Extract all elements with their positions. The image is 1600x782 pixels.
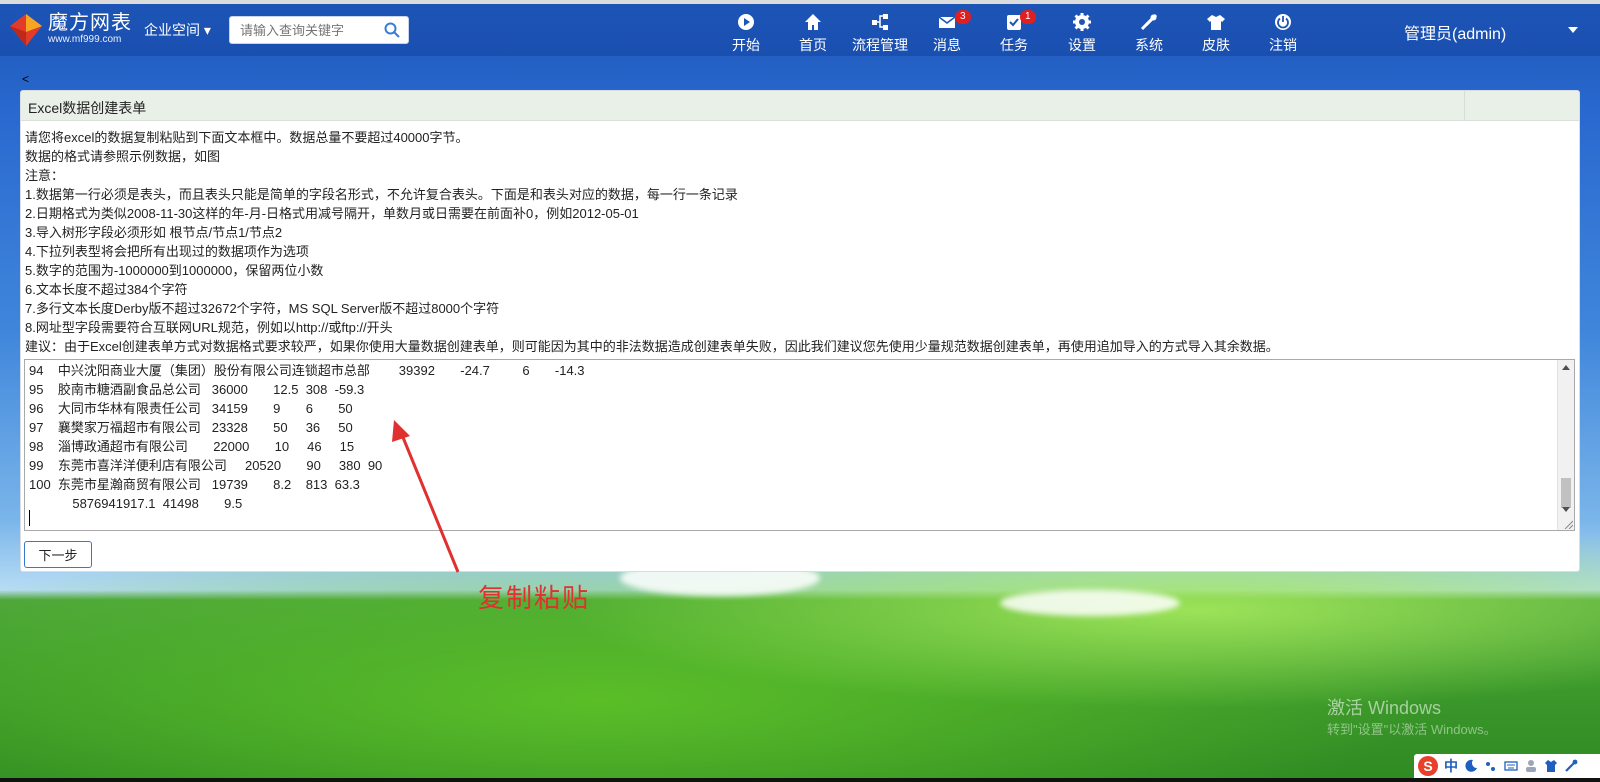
text-cursor (29, 510, 30, 526)
user-menu[interactable]: 管理员(admin) (1404, 20, 1506, 44)
nav-tasks[interactable]: 1 任务 (982, 10, 1046, 55)
workflow-icon (872, 14, 888, 30)
instruction-line: 建议：由于Excel创建表单方式对数据格式要求较严，如果你使用大量数据创建表单，… (25, 339, 1279, 354)
search-input[interactable] (230, 17, 376, 43)
instruction-line: 数据的格式请参照示例数据，如图 (25, 149, 221, 164)
nav-start[interactable]: 开始 (714, 12, 778, 55)
scroll-down-arrow-icon[interactable] (1562, 507, 1570, 512)
instruction-line: 2.日期格式为类似2008-11-30这样的年-月-日格式用减号隔开，单数月或日… (25, 206, 639, 221)
data-row: 98 淄博政通超市有限公司 22000 10 46 15 (29, 439, 355, 454)
brand-url: www.mf999.com (48, 34, 122, 45)
instruction-line: 注意： (25, 168, 65, 183)
nav-system[interactable]: 系统 (1117, 12, 1181, 55)
data-row: 5876941917.1 41498 9.5 (29, 496, 243, 511)
search-icon[interactable] (384, 22, 400, 38)
nav-workflow[interactable]: 流程管理 (848, 12, 912, 55)
instruction-line: 5.数字的范围为-1000000到1000000，保留两位小数 (25, 263, 324, 278)
excel-data-textarea[interactable]: 94 中兴沈阳商业大厦（集团）股份有限公司连锁超市总部 39392 -24.7 … (24, 359, 1575, 531)
back-link[interactable]: < (22, 72, 29, 86)
gear-icon (1073, 13, 1091, 31)
annotation-arrow-icon (392, 420, 460, 573)
instruction-line: 8.网址型字段需要符合互联网URL规范，例如以http://或ftp://开头 (25, 320, 393, 335)
nav-skin[interactable]: 皮肤 (1184, 12, 1248, 55)
keyboard-icon[interactable] (1504, 759, 1518, 773)
instruction-line: 请您将excel的数据复制粘贴到下面文本框中。数据总量不要超过40000字节。 (25, 130, 469, 145)
instruction-line: 4.下拉列表型将会把所有出现过的数据项作为选项 (25, 244, 309, 259)
panel-title: Excel数据创建表单 (28, 100, 147, 116)
shirt-icon (1207, 15, 1225, 30)
data-row: 96 大同市华林有限责任公司 34159 9 6 50 (29, 401, 353, 416)
nav-label: 注销 (1269, 37, 1297, 53)
logo-icon (10, 14, 42, 46)
messages-badge: 3 (955, 10, 971, 24)
annotation-label: 复制粘贴 (478, 583, 591, 613)
tools-icon (1140, 13, 1158, 31)
nav-label: 设置 (1068, 37, 1096, 53)
sogou-logo-icon[interactable]: S (1418, 756, 1438, 776)
chevron-down-icon: ▾ (203, 22, 211, 38)
wrench-icon[interactable] (1564, 759, 1578, 773)
instruction-line: 3.导入树形字段必须形如 根节点/节点1/节点2 (25, 225, 283, 240)
top-navigation-bar: 魔方网表 www.mf999.com 企业空间 ▾ 开始 首页 流程管理 3 消… (0, 0, 1600, 56)
enterprise-space-menu[interactable]: 企业空间 ▾ (144, 20, 211, 40)
enterprise-space-label: 企业空间 (144, 22, 200, 38)
chevron-down-icon[interactable] (1568, 27, 1578, 33)
nav-label: 任务 (1000, 37, 1028, 53)
excel-import-panel: Excel数据创建表单 请您将excel的数据复制粘贴到下面文本框中。数据总量不… (20, 90, 1580, 572)
next-step-button[interactable]: 下一步 (24, 541, 92, 568)
nav-label: 开始 (732, 37, 760, 53)
instructions: 请您将excel的数据复制粘贴到下面文本框中。数据总量不要超过40000字节。 … (25, 128, 1575, 356)
nav-label: 首页 (799, 37, 827, 53)
nav-settings[interactable]: 设置 (1050, 12, 1114, 55)
power-icon (1275, 14, 1291, 30)
brand-name: 魔方网表 (48, 12, 132, 34)
nav-label: 消息 (933, 37, 961, 53)
punctuation-icon[interactable] (1484, 759, 1498, 773)
textarea-scrollbar[interactable] (1557, 360, 1574, 530)
ime-toolbar: S 中 (1414, 754, 1600, 778)
nav-logout[interactable]: 注销 (1251, 12, 1315, 55)
panel-header: Excel数据创建表单 (21, 91, 1579, 121)
instruction-line: 1.数据第一行必须是表头，而且表头只能是简单的字段名形式，不允许复合表头。下面是… (25, 187, 738, 202)
data-row: 100 东莞市星瀚商贸有限公司 19739 8.2 813 63.3 (29, 477, 360, 492)
scroll-up-arrow-icon[interactable] (1562, 365, 1570, 370)
resize-grip-icon[interactable] (1563, 519, 1573, 529)
header-divider (1464, 91, 1465, 121)
skin-icon[interactable] (1544, 759, 1558, 773)
instruction-line: 6.文本长度不超过384个字符 (25, 282, 188, 297)
windows-watermark-hint: 转到"设置"以激活 Windows。 (1327, 722, 1497, 737)
home-icon (805, 14, 821, 30)
nav-label: 皮肤 (1202, 37, 1230, 53)
instruction-line: 7.多行文本长度Derby版不超过32672个字符，MS SQL Server版… (25, 301, 500, 316)
taskbar-edge (0, 778, 1600, 782)
play-icon (738, 14, 754, 30)
tasks-badge: 1 (1020, 10, 1036, 24)
search-box (229, 16, 409, 44)
nav-label: 流程管理 (852, 37, 908, 53)
windows-watermark-title: 激活 Windows (1327, 698, 1442, 718)
mail-icon (938, 16, 956, 28)
data-row: 95 胶南市糖酒副食品总公司 36000 12.5 308 -59.3 (29, 382, 365, 397)
data-row: 97 襄樊家万福超市有限公司 23328 50 36 50 (29, 420, 353, 435)
textarea-content: 94 中兴沈阳商业大厦（集团）股份有限公司连锁超市总部 39392 -24.7 … (29, 361, 585, 513)
cloud-decoration (1000, 590, 1180, 616)
nav-label: 系统 (1135, 37, 1163, 53)
data-row: 99 东莞市喜洋洋便利店有限公司 20520 90 380 90 (29, 458, 383, 473)
moon-icon[interactable] (1464, 759, 1478, 773)
scrollbar-thumb[interactable] (1561, 478, 1571, 508)
nav-home[interactable]: 首页 (781, 12, 845, 55)
data-row: 94 中兴沈阳商业大厦（集团）股份有限公司连锁超市总部 39392 -24.7 … (29, 363, 585, 378)
ime-mode-toggle[interactable]: 中 (1444, 756, 1458, 776)
user-icon[interactable] (1524, 759, 1538, 773)
nav-messages[interactable]: 3 消息 (915, 10, 979, 55)
brand: 魔方网表 www.mf999.com (48, 12, 132, 46)
